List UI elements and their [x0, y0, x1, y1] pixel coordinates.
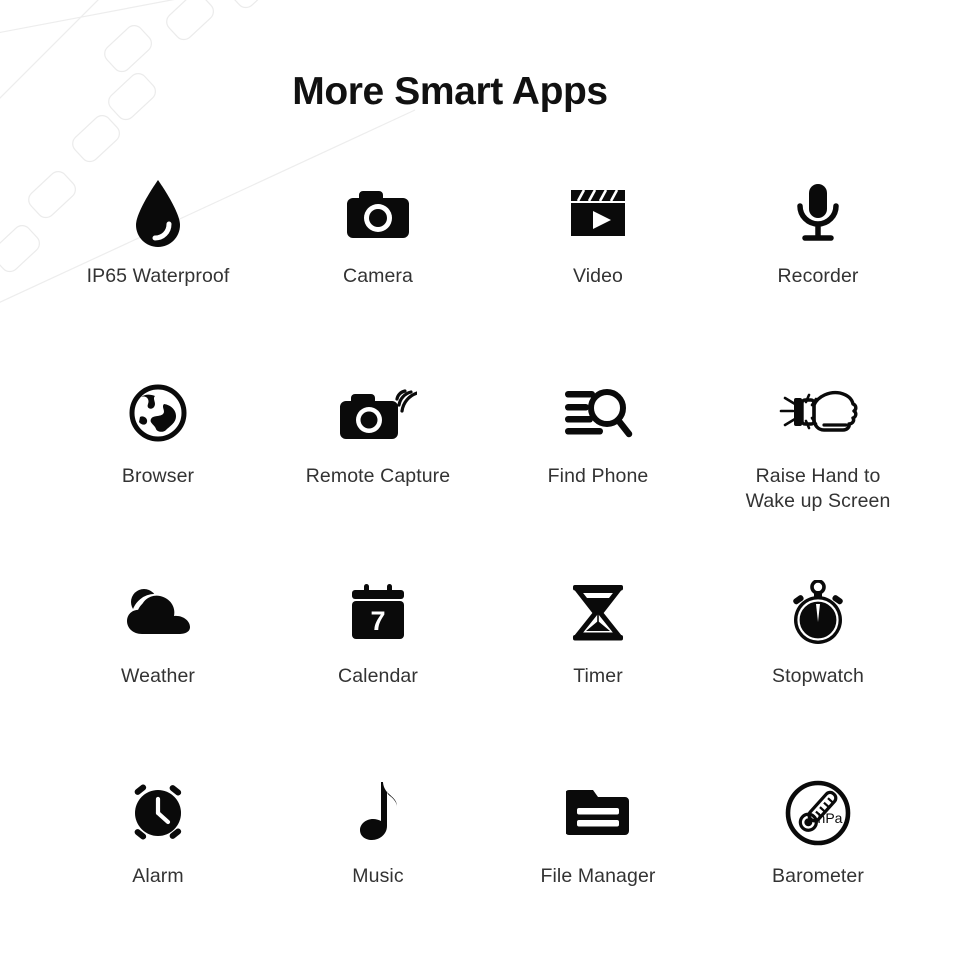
app-grid: IP65 Waterproof Camera Video Recorder Br…	[48, 168, 928, 960]
hourglass-icon	[555, 574, 641, 652]
barometer-unit-label: hPa	[818, 810, 843, 826]
app-item-label: Video	[572, 265, 624, 287]
app-item-label: Recorder	[777, 265, 859, 287]
folder-icon	[555, 774, 641, 852]
app-item-weather[interactable]: Weather	[48, 568, 268, 768]
calendar-icon: 7	[335, 574, 421, 652]
camera-icon	[335, 174, 421, 252]
app-item-label: Browser	[121, 465, 195, 487]
app-item-music[interactable]: Music	[268, 768, 488, 960]
barometer-hpa-icon: hPa	[775, 774, 861, 852]
app-item-label: Calendar	[338, 665, 418, 687]
calendar-day-number: 7	[370, 606, 385, 636]
app-item-label: Remote Capture	[305, 465, 451, 487]
app-item-label: File Manager	[540, 865, 656, 887]
app-item-alarm[interactable]: Alarm	[48, 768, 268, 960]
app-item-recorder[interactable]: Recorder	[708, 168, 928, 368]
app-item-label: IP65 Waterproof	[86, 265, 230, 287]
app-item-label: Barometer	[772, 865, 864, 887]
app-item-calendar[interactable]: 7 Calendar	[268, 568, 488, 768]
app-item-find-phone[interactable]: Find Phone	[488, 368, 708, 568]
app-item-label: Camera	[343, 265, 413, 287]
app-item-raise-hand[interactable]: Raise Hand to Wake up Screen	[708, 368, 928, 568]
music-note-icon	[335, 774, 421, 852]
app-item-label: Timer	[573, 665, 623, 687]
alarm-clock-icon	[115, 774, 201, 852]
raise-hand-watch-icon	[775, 374, 861, 452]
app-item-label: Music	[352, 865, 404, 887]
app-item-barometer[interactable]: hPa Barometer	[708, 768, 928, 960]
app-item-ip65-waterproof[interactable]: IP65 Waterproof	[48, 168, 268, 368]
camera-wireless-icon	[335, 374, 421, 452]
app-item-timer[interactable]: Timer	[488, 568, 708, 768]
globe-icon	[115, 374, 201, 452]
app-item-stopwatch[interactable]: Stopwatch	[708, 568, 928, 768]
app-item-label: Alarm	[132, 865, 184, 887]
cloud-sun-icon	[115, 574, 201, 652]
list-magnifier-icon	[555, 374, 641, 452]
app-item-camera[interactable]: Camera	[268, 168, 488, 368]
app-item-file-manager[interactable]: File Manager	[488, 768, 708, 960]
microphone-icon	[775, 174, 861, 252]
app-item-remote-capture[interactable]: Remote Capture	[268, 368, 488, 568]
app-item-label: Weather	[120, 665, 196, 687]
app-item-browser[interactable]: Browser	[48, 368, 268, 568]
app-item-label: Raise Hand to Wake up Screen	[745, 465, 891, 512]
water-drop-icon	[115, 174, 201, 252]
app-item-video[interactable]: Video	[488, 168, 708, 368]
app-item-label: Find Phone	[547, 465, 649, 487]
clapperboard-play-icon	[555, 174, 641, 252]
app-item-label: Stopwatch	[772, 665, 864, 687]
stopwatch-icon	[775, 574, 861, 652]
page-title: More Smart Apps	[292, 70, 608, 113]
